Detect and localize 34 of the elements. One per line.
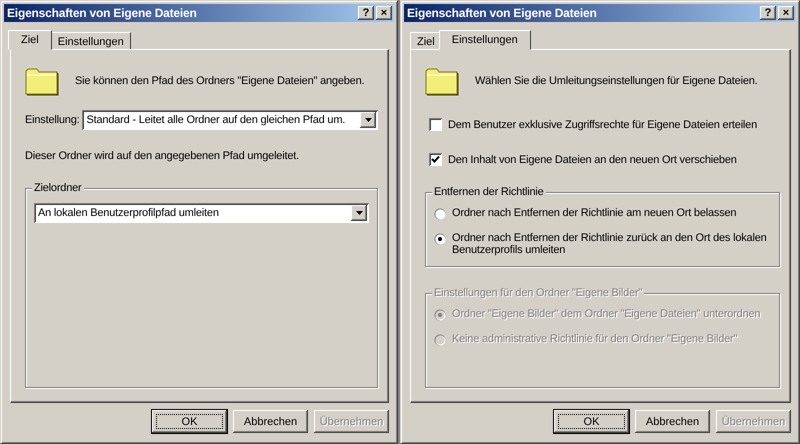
group-title: Zielordner bbox=[32, 182, 84, 194]
info-text: Dieser Ordner wird auf den angegebenen Pfad umgeleitet. bbox=[25, 150, 300, 162]
dropdown[interactable]: Standard - Leitet alle Ordner auf den gleichen Pfad um. bbox=[82, 110, 378, 130]
radio-label: Ordner "Eigene Bilder" dem Ordner "Eigene Dateien" unterordnen bbox=[452, 308, 760, 320]
checkbox[interactable] bbox=[429, 118, 442, 131]
close-button[interactable]: × bbox=[376, 6, 392, 20]
folder-icon bbox=[25, 66, 59, 96]
window-title: Eigenschaften von Eigene Dateien bbox=[7, 6, 198, 20]
dialog-button[interactable]: OK bbox=[554, 410, 629, 433]
intro-text: Wählen Sie die Umleitungseinstellungen für Eigene Dateien. bbox=[475, 75, 758, 87]
tab[interactable]: Ziel bbox=[8, 30, 52, 50]
group-title: Einstellungen für den Ordner "Eigene Bilder" bbox=[432, 287, 644, 299]
close-button[interactable]: × bbox=[778, 6, 794, 20]
radio-label: Ordner nach Entfernen der Richtlinie am neuen Ort belassen bbox=[452, 207, 736, 219]
help-button[interactable]: ? bbox=[358, 6, 374, 20]
tab[interactable]: Einstellungen bbox=[50, 32, 131, 50]
group-title: Entfernen der Richtlinie bbox=[432, 186, 546, 198]
checkbox-label: Dem Benutzer exklusive Zugriffsrechte für Eigene Dateien erteilen bbox=[448, 118, 758, 130]
intro-text: Sie können den Pfad des Ordners "Eigene Dateien" angeben. bbox=[75, 75, 364, 87]
radio-label: Keine administrative Richtlinie für den Ordner "Eigene Bilder" bbox=[452, 333, 738, 345]
radio-label: Ordner nach Entfernen der Richtlinie zurück an den Ort des lokalen Benutzerprofils umleiten bbox=[452, 232, 768, 256]
radio-button[interactable] bbox=[434, 208, 446, 220]
checkbox[interactable] bbox=[429, 153, 442, 166]
dialog-button[interactable]: OK bbox=[152, 410, 227, 433]
field-label: Einstellung: bbox=[25, 114, 80, 126]
dialog-button[interactable]: Abbrechen bbox=[635, 410, 710, 433]
tab[interactable]: Einstellungen bbox=[438, 30, 531, 50]
help-button[interactable]: ? bbox=[760, 6, 776, 20]
radio-button[interactable] bbox=[434, 233, 446, 245]
dropdown[interactable]: An lokalen Benutzerprofilpfad umleiten bbox=[34, 203, 369, 223]
dialog-button[interactable]: Abbrechen bbox=[233, 410, 308, 433]
checkbox-label: Den Inhalt von Eigene Dateien an den neuen Ort verschieben bbox=[448, 154, 737, 166]
window-title: Eigenschaften von Eigene Dateien bbox=[407, 6, 598, 20]
folder-icon bbox=[425, 66, 459, 96]
